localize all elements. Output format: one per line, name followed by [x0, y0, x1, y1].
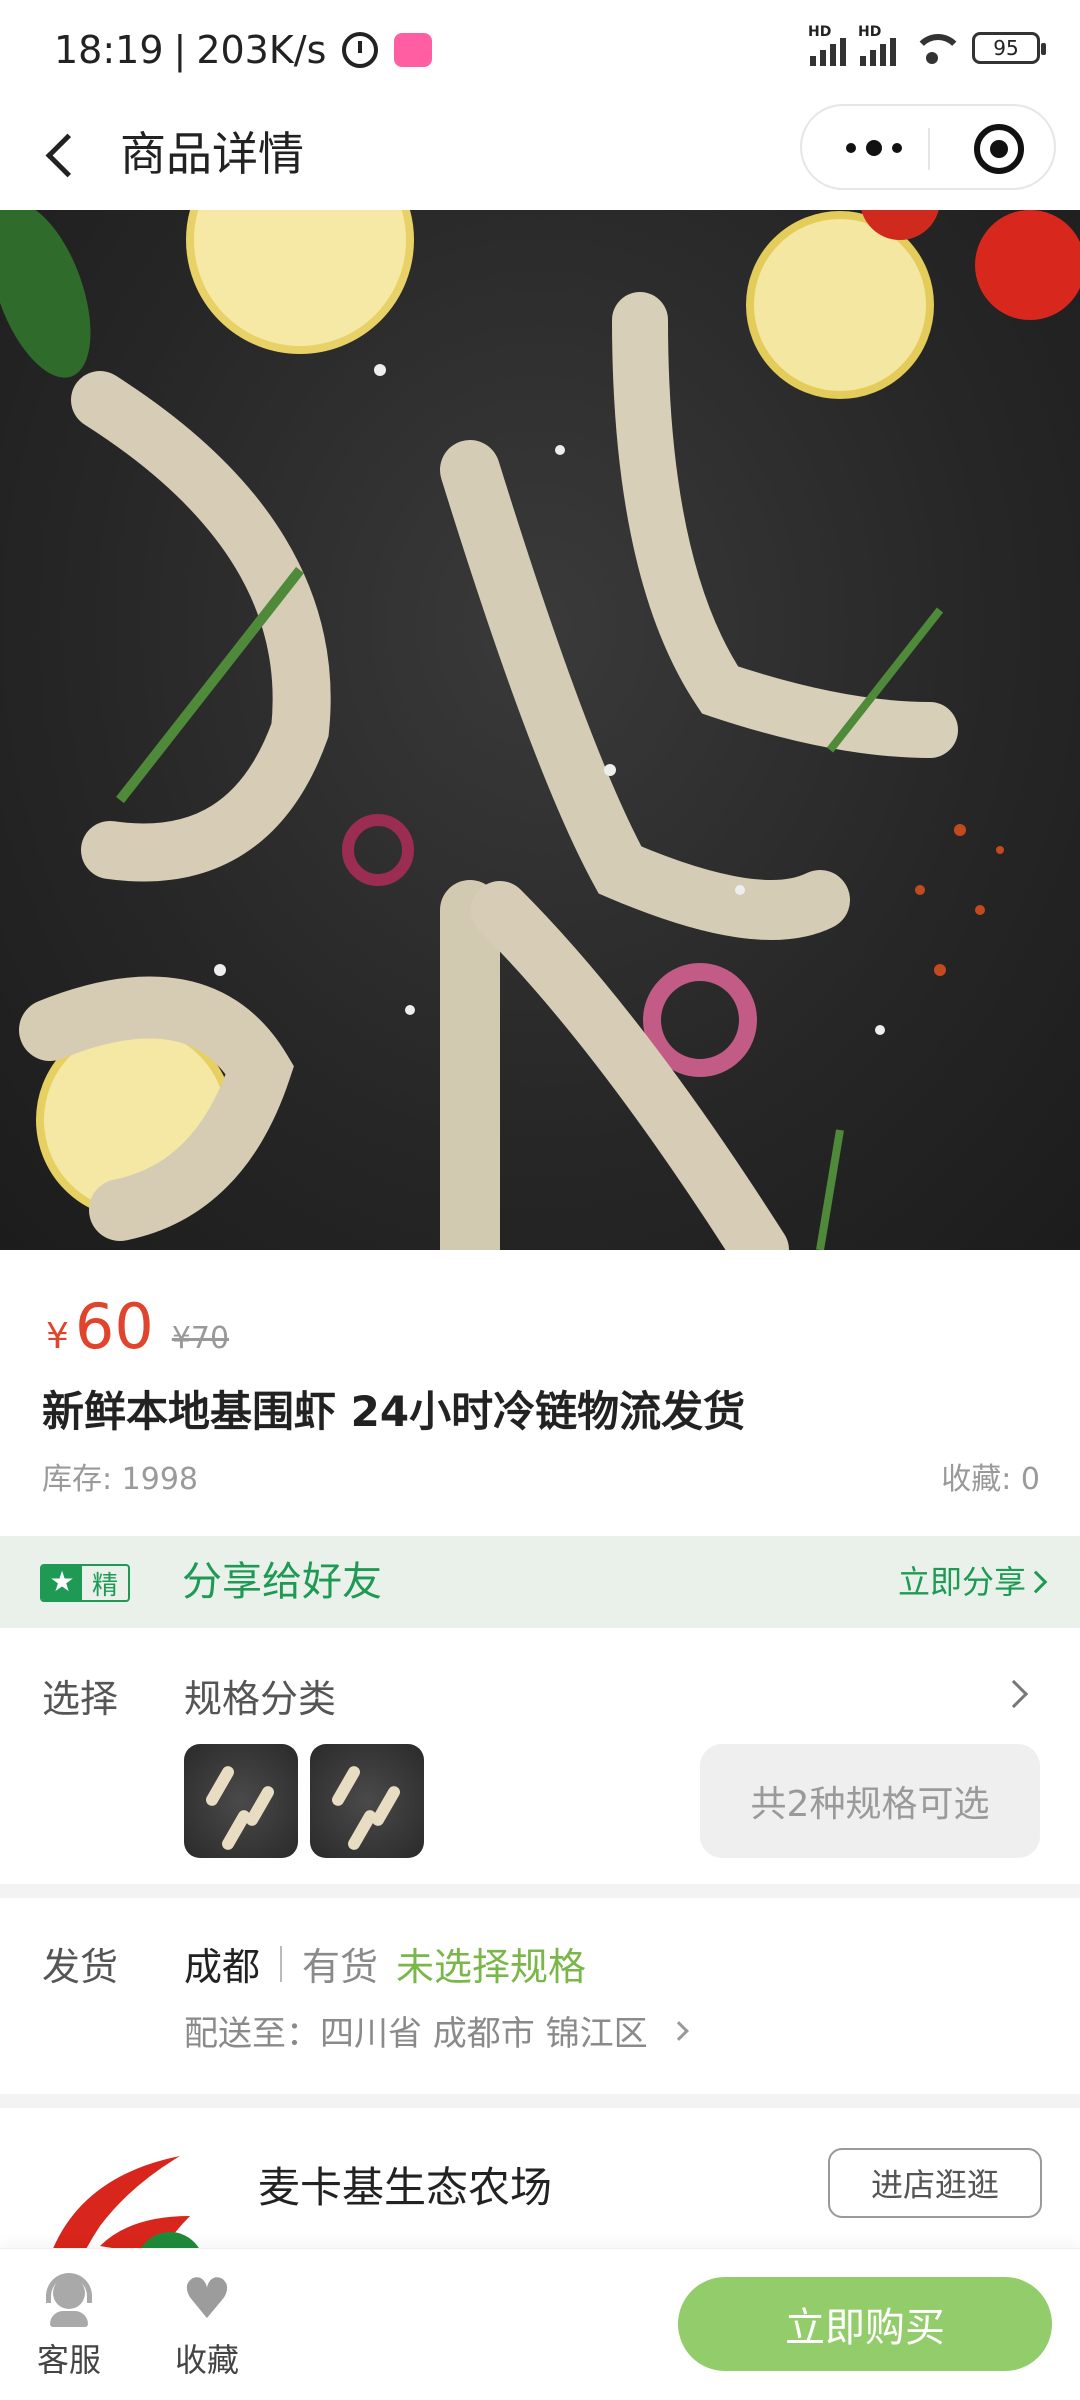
currency-symbol: ¥: [46, 1316, 69, 1357]
notification-app-icon: [394, 33, 433, 67]
hd-label: HD: [858, 24, 882, 40]
original-price: ¥70: [171, 1321, 230, 1356]
product-title: 新鲜本地基围虾 24小时冷链物流发货: [42, 1387, 746, 1436]
status-separator: |: [173, 28, 187, 72]
spec-label: 选择: [42, 1677, 119, 1721]
star-icon: ★: [42, 1566, 82, 1600]
spec-count-button[interactable]: 共2种规格可选: [700, 1744, 1040, 1858]
alarm-icon: [342, 32, 379, 68]
capsule-divider: [928, 128, 930, 170]
battery-level: 95: [993, 36, 1019, 60]
shop-logo[interactable]: [40, 2146, 230, 2248]
current-price: 60: [74, 1290, 154, 1363]
featured-badge: ★ 精: [40, 1564, 131, 1602]
wifi-icon: [910, 30, 964, 66]
chevron-right-icon: [668, 2020, 689, 2041]
spec-title: 规格分类: [184, 1677, 337, 1721]
delivery-address-row[interactable]: 配送至：四川省 成都市 锦江区: [184, 2006, 689, 2055]
bottom-action-bar: 客服 ♥ 收藏 立即购买: [0, 2248, 1080, 2400]
shop-section: 麦卡基生态农场 进店逛逛: [0, 2108, 1080, 2248]
chevron-right-icon[interactable]: [999, 1679, 1029, 1709]
favorite-count: 收藏: 0: [941, 1462, 1040, 1497]
heart-icon: ♥: [181, 2267, 233, 2332]
chevron-right-icon: [1024, 1570, 1048, 1594]
status-time: 18:19: [54, 28, 164, 72]
price-row: ¥ 60 ¥70: [46, 1290, 229, 1363]
ship-from-city: 成都: [184, 1945, 261, 1989]
enter-shop-button[interactable]: 进店逛逛: [828, 2148, 1042, 2218]
signal-icon: HD: [858, 24, 896, 66]
headset-icon: [42, 2273, 96, 2327]
more-icon[interactable]: [836, 128, 912, 168]
delivery-label: 发货: [42, 1945, 119, 1989]
mini-program-capsule: [800, 104, 1056, 190]
delivery-info: 成都 有货 未选择规格: [184, 1936, 586, 1991]
spec-selection-status: 未选择规格: [396, 1945, 587, 1989]
section-divider: [0, 1884, 1080, 1898]
delivery-section[interactable]: 发货 成都 有货 未选择规格 配送至：四川省 成都市 锦江区: [0, 1898, 1080, 2094]
divider: [280, 1945, 283, 1982]
hd-label: HD: [808, 24, 832, 40]
status-left: 18:19 | 203K/s: [54, 28, 433, 72]
favorite-label: 收藏: [174, 2341, 239, 2379]
favorite-button[interactable]: ♥ 收藏: [152, 2267, 262, 2381]
product-image[interactable]: [0, 210, 1080, 1250]
price-block: ¥ 60 ¥70 新鲜本地基围虾 24小时冷链物流发货 库存: 1998 收藏:…: [0, 1250, 1080, 1536]
spec-thumbnail[interactable]: [310, 1744, 424, 1858]
section-divider: [0, 2094, 1080, 2108]
page-title: 商品详情: [120, 127, 304, 181]
spec-thumbnail[interactable]: [184, 1744, 298, 1858]
nav-bar: 商品详情: [0, 100, 1080, 210]
network-speed: 203K/s: [196, 28, 327, 72]
stock-count: 库存: 1998: [42, 1462, 198, 1497]
delivery-address: 配送至：四川省 成都市 锦江区: [184, 2014, 648, 2054]
shrimp-photo: [0, 210, 1080, 1250]
spec-selector[interactable]: 选择 规格分类 共2种规格可选: [0, 1628, 1080, 1884]
back-icon[interactable]: [38, 130, 78, 180]
customer-service-button[interactable]: 客服: [14, 2273, 124, 2381]
share-bar[interactable]: ★ 精 分享给好友 立即分享: [0, 1536, 1080, 1628]
signal-icon: HD: [808, 24, 846, 66]
buy-now-button[interactable]: 立即购买: [678, 2277, 1052, 2371]
shop-name: 麦卡基生态农场: [258, 2163, 553, 2212]
status-right: HD HD 95: [808, 24, 1046, 66]
battery-icon: 95: [972, 32, 1046, 64]
featured-badge-label: 精: [92, 1570, 119, 1601]
status-bar: 18:19 | 203K/s HD HD 95: [0, 0, 1080, 100]
share-title: 分享给好友: [182, 1559, 382, 1605]
share-now-link[interactable]: 立即分享: [898, 1560, 1026, 1604]
customer-service-label: 客服: [36, 2341, 101, 2379]
target-icon[interactable]: [974, 124, 1024, 174]
stock-status: 有货: [302, 1945, 379, 1989]
